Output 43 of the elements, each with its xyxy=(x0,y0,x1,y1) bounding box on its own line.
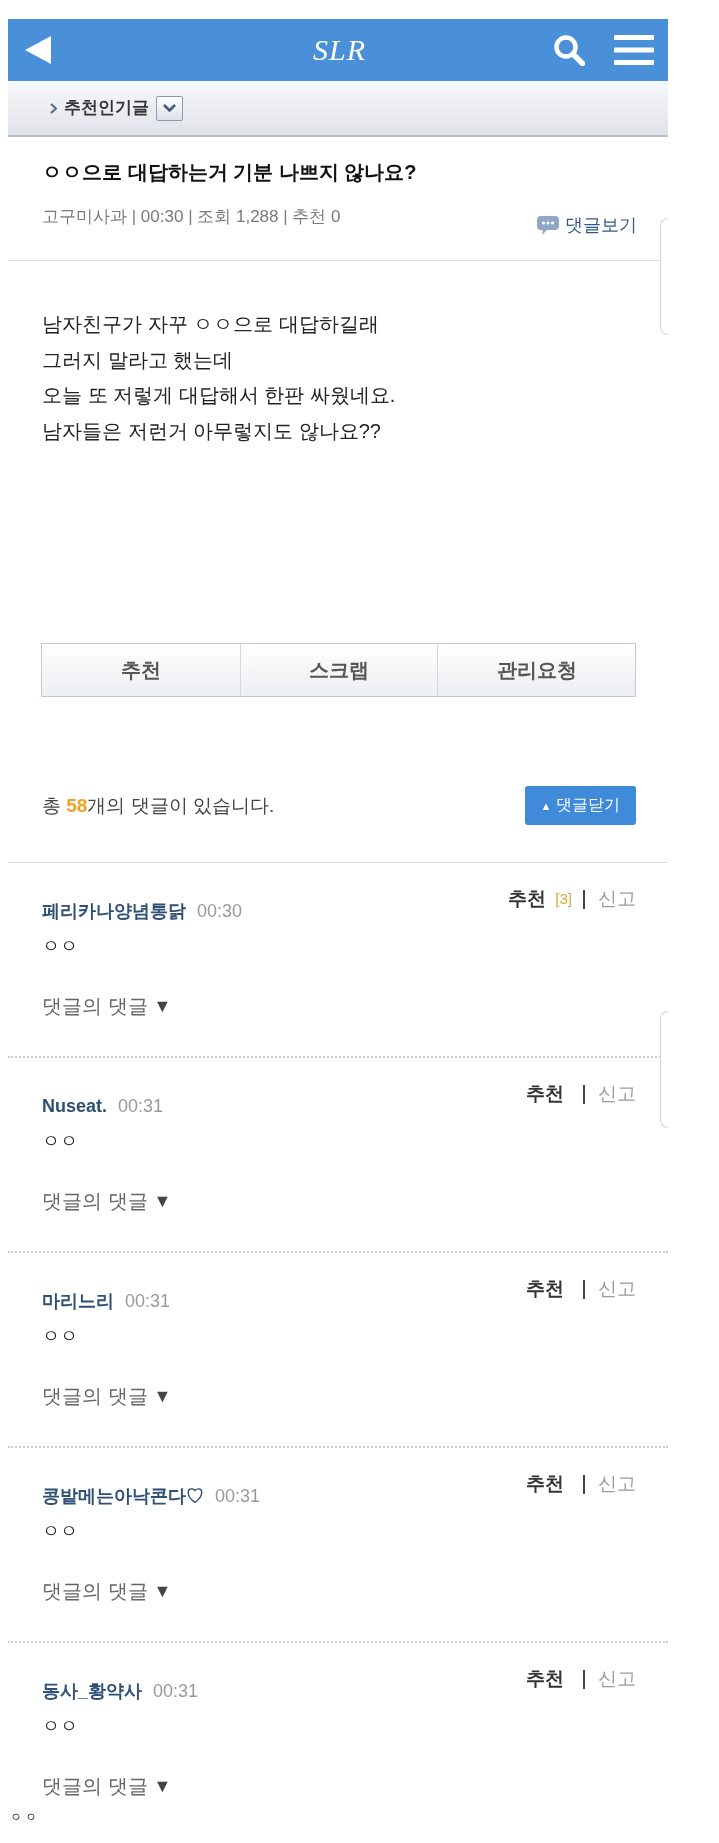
post-action-button[interactable]: 스크랩 xyxy=(239,644,438,696)
comment-text: ㅇㅇ xyxy=(42,1715,78,1738)
comment-author: 마리느리 xyxy=(42,1290,114,1312)
comment-time: 00:31 xyxy=(118,1095,164,1117)
reply-toggle[interactable]: 댓글의 댓글 ▼ xyxy=(42,1773,172,1799)
caption-text: ㅇ ㅇ xyxy=(10,1809,38,1825)
comment-time: 00:31 xyxy=(215,1485,261,1507)
speech-bubble-icon xyxy=(537,215,559,235)
recommend-link[interactable]: 추천 xyxy=(526,1277,564,1301)
view-comments-link[interactable]: 댓글보기 xyxy=(537,212,637,238)
comment-text: ㅇㅇ xyxy=(42,1325,78,1348)
board-link[interactable]: 추천인기글 xyxy=(64,96,149,120)
post-title: ㅇㅇ으로 대답하는거 기분 나쁘지 않나요? xyxy=(42,160,417,185)
recommend-link[interactable]: 추천 xyxy=(526,1082,564,1106)
comment-author: Nuseat. xyxy=(42,1095,108,1117)
recommend-link[interactable]: 추천 xyxy=(526,1472,564,1496)
recommend-link[interactable]: 추천 xyxy=(508,887,547,911)
comment-text: ㅇㅇ xyxy=(42,1130,78,1153)
post-action-button[interactable]: 관리요청 xyxy=(437,644,635,696)
post-meta: 고구미사과 | 00:30 | 조회 1,288 | 추천 0 xyxy=(42,206,341,228)
comment-author: 페리카나양념통닭 xyxy=(42,900,186,922)
comment-text: ㅇㅇ xyxy=(42,935,78,958)
menu-icon[interactable] xyxy=(614,35,654,65)
reply-toggle[interactable]: 댓글의 댓글 ▼ xyxy=(42,1578,172,1604)
close-comments-button[interactable]: ▲ 댓글닫기 xyxy=(525,786,636,825)
comment-author: 콩밭메는아낙콘다♡ xyxy=(42,1485,204,1507)
recommend-count: [3] xyxy=(555,889,572,909)
post-body: 남자친구가 자꾸 ㅇㅇ으로 대답하길래 그러지 말라고 했는데 오늘 또 저렇게 대답해서 한판 싸웠네요. 남자들은 저런거 아무렇지도 않나요?? xyxy=(42,312,396,444)
back-icon[interactable] xyxy=(25,36,51,64)
comment-time: 00:30 xyxy=(197,900,243,922)
comment-time: 00:31 xyxy=(153,1680,199,1702)
comment-text: ㅇㅇ xyxy=(42,1520,78,1543)
search-icon[interactable] xyxy=(553,34,585,66)
comment-count-text: 총 58개의 댓글이 있습니다. xyxy=(42,793,275,818)
chevron-right-icon xyxy=(50,102,57,114)
chevron-down-icon xyxy=(163,104,176,112)
reply-toggle[interactable]: 댓글의 댓글 ▼ xyxy=(42,993,172,1019)
comment-author: 동사_황약사 xyxy=(42,1680,142,1702)
comment-time: 00:31 xyxy=(125,1290,171,1312)
board-dropdown-button[interactable] xyxy=(156,95,183,121)
recommend-link[interactable]: 추천 xyxy=(526,1667,564,1691)
reply-toggle[interactable]: 댓글의 댓글 ▼ xyxy=(42,1188,172,1214)
reply-toggle[interactable]: 댓글의 댓글 ▼ xyxy=(42,1383,172,1409)
